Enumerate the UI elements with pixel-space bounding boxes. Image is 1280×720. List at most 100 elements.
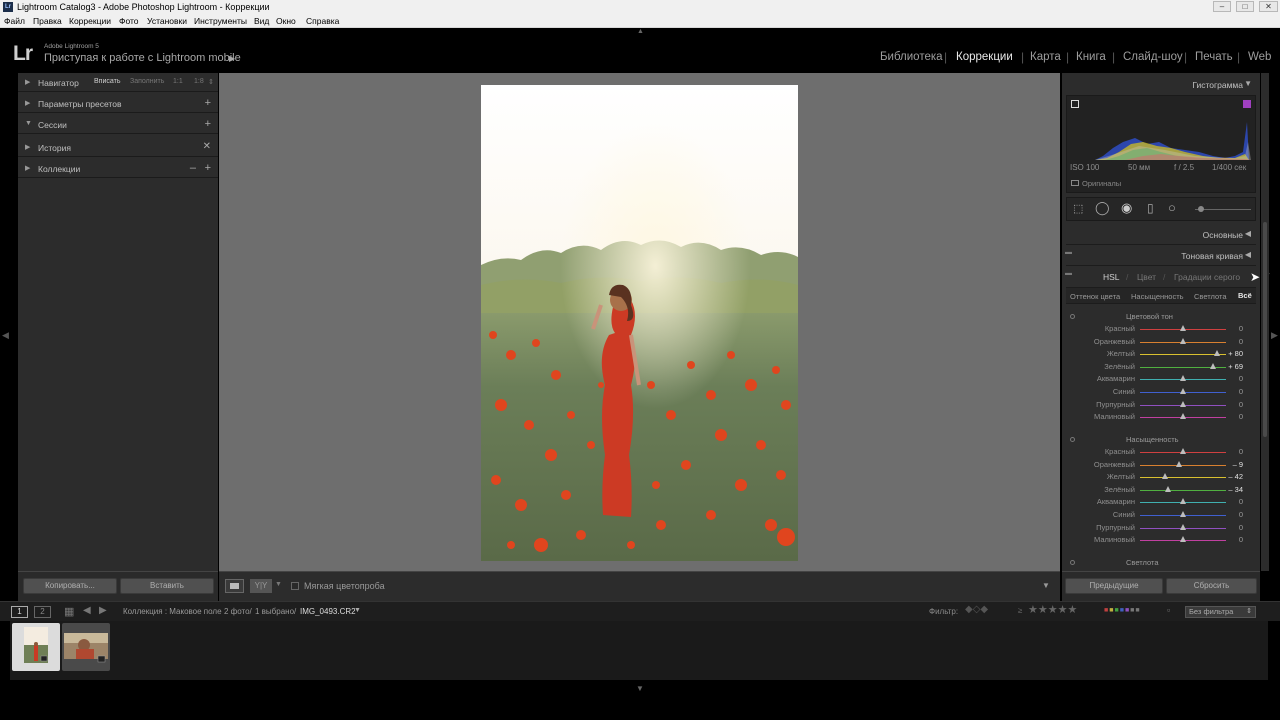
slider-value[interactable]: 0 bbox=[1219, 523, 1243, 532]
spot-removal-icon[interactable]: ◯ bbox=[1095, 200, 1110, 216]
reset-button[interactable]: Сбросить bbox=[1166, 578, 1257, 594]
play-arrow-icon[interactable]: ▶ bbox=[229, 54, 235, 63]
grid-view-icon[interactable]: ▦ bbox=[64, 605, 74, 618]
slider-value[interactable]: 0 bbox=[1219, 337, 1243, 346]
slider-value[interactable]: + 69 bbox=[1219, 362, 1243, 371]
zoom-dropdown-icon[interactable]: ⇕ bbox=[208, 78, 214, 86]
module-develop[interactable]: Коррекции bbox=[956, 51, 1013, 63]
filmstrip-thumb-2[interactable] bbox=[62, 623, 110, 671]
subtab-hue[interactable]: Оттенок цвета bbox=[1070, 292, 1120, 301]
tab-hsl[interactable]: HSL bbox=[1103, 272, 1120, 282]
slider-thumb[interactable] bbox=[1161, 473, 1168, 480]
sat-slider-1[interactable]: Оранжевый – 9 bbox=[1066, 459, 1252, 472]
filter-lock-icon[interactable]: ▫ bbox=[1167, 605, 1170, 615]
main-photo[interactable] bbox=[481, 85, 798, 561]
monitor-2-button[interactable]: 2 bbox=[34, 606, 51, 618]
remove-collection-icon[interactable]: – bbox=[190, 162, 196, 174]
hue-slider-0[interactable]: Красный 0 bbox=[1066, 323, 1252, 336]
graduated-filter-icon[interactable]: ▯ bbox=[1147, 201, 1154, 215]
color-label-filters[interactable]: ■■■■■■■ bbox=[1104, 607, 1141, 614]
rating-stars[interactable]: ★★★★★ bbox=[1028, 603, 1077, 616]
navigator-header[interactable]: ▶ Навигатор Вписать Заполнить 1:1 1:8 ⇕ bbox=[18, 73, 218, 92]
monitor-1-button[interactable]: 1 bbox=[11, 606, 28, 618]
slider-value[interactable]: 0 bbox=[1219, 447, 1243, 456]
loupe-view-button[interactable] bbox=[225, 579, 244, 593]
filter-select[interactable]: Без фильтра ⇕ bbox=[1185, 606, 1256, 618]
tab-color[interactable]: Цвет bbox=[1137, 272, 1156, 282]
module-web[interactable]: Web bbox=[1248, 51, 1271, 63]
slider-thumb[interactable] bbox=[1180, 498, 1186, 505]
slider-thumb[interactable] bbox=[1180, 400, 1186, 407]
filmstrip-thumb-1[interactable] bbox=[12, 623, 60, 671]
scrollbar-thumb[interactable] bbox=[1263, 222, 1267, 437]
clear-history-icon[interactable]: ✕ bbox=[203, 141, 211, 152]
mobile-tagline[interactable]: Приступая к работе с Lightroom mobile bbox=[44, 52, 241, 64]
slider-thumb[interactable] bbox=[1180, 511, 1186, 517]
expand-triangle-icon[interactable]: ◀ bbox=[1245, 229, 1251, 238]
zoom-1-1[interactable]: 1:1 bbox=[173, 78, 183, 85]
flag-filters-icon[interactable]: ◆◇◆ bbox=[965, 604, 988, 615]
snapshots-header[interactable]: ▼ Сессии + bbox=[18, 115, 218, 134]
slider-thumb[interactable] bbox=[1180, 448, 1186, 454]
crop-tool-icon[interactable]: ⬚ bbox=[1073, 202, 1083, 215]
slider-track[interactable] bbox=[1140, 354, 1226, 356]
panel-switch-icon[interactable]: ▬ bbox=[1065, 270, 1072, 277]
module-slideshow[interactable]: Слайд-шоу bbox=[1123, 51, 1183, 63]
hue-slider-1[interactable]: Оранжевый 0 bbox=[1066, 336, 1252, 349]
sat-slider-0[interactable]: Красный 0 bbox=[1066, 446, 1252, 459]
hue-slider-6[interactable]: Пурпурный 0 bbox=[1066, 399, 1252, 412]
menu-edit[interactable]: Правка bbox=[33, 16, 62, 26]
filename-dropdown-icon[interactable]: ▼ bbox=[354, 607, 361, 614]
forward-arrow-icon[interactable]: ▶ bbox=[99, 605, 107, 616]
original-checkbox[interactable] bbox=[1071, 180, 1079, 186]
add-preset-icon[interactable]: + bbox=[205, 97, 211, 109]
paste-button[interactable]: Вставить bbox=[120, 578, 214, 594]
minimize-button[interactable]: – bbox=[1213, 1, 1231, 12]
target-adjust-icon[interactable] bbox=[1070, 437, 1075, 442]
target-adjust-icon[interactable] bbox=[1070, 560, 1075, 565]
hue-slider-3[interactable]: Зелёный + 69 bbox=[1066, 361, 1252, 374]
slider-thumb[interactable] bbox=[1180, 523, 1186, 530]
previous-button[interactable]: Предыдущие bbox=[1065, 578, 1163, 594]
back-arrow-icon[interactable]: ◀ bbox=[83, 605, 91, 616]
slider-thumb[interactable] bbox=[1180, 536, 1186, 543]
menu-view[interactable]: Вид bbox=[254, 16, 269, 26]
brush-slider-thumb[interactable] bbox=[1198, 206, 1204, 212]
subtab-saturation[interactable]: Насыщенность bbox=[1131, 292, 1184, 301]
before-after-button[interactable]: Y|Y bbox=[250, 579, 272, 593]
collapse-right-arrow-icon[interactable]: ▶ bbox=[1271, 330, 1278, 341]
histogram[interactable]: Оригиналы bbox=[1066, 95, 1256, 193]
zoom-1-8[interactable]: 1:8 bbox=[194, 78, 204, 85]
menu-tools[interactable]: Инструменты bbox=[194, 16, 247, 26]
shadow-clipping-icon[interactable] bbox=[1071, 100, 1079, 108]
slider-value[interactable]: 0 bbox=[1219, 535, 1243, 544]
module-map[interactable]: Карта bbox=[1030, 51, 1061, 63]
maximize-button[interactable]: □ bbox=[1236, 1, 1254, 12]
subtab-all[interactable]: Всё bbox=[1238, 291, 1252, 300]
softproof-checkbox[interactable] bbox=[291, 582, 299, 590]
slider-value[interactable]: 0 bbox=[1219, 412, 1243, 421]
sat-slider-2[interactable]: Желтый – 42 bbox=[1066, 471, 1252, 484]
slider-value[interactable]: 0 bbox=[1219, 324, 1243, 333]
before-after-dropdown-icon[interactable]: ▼ bbox=[275, 581, 282, 588]
slider-thumb[interactable] bbox=[1180, 375, 1186, 382]
zoom-fill[interactable]: Заполнить bbox=[130, 78, 164, 85]
panel-switch-icon[interactable]: ▬ bbox=[1065, 249, 1072, 256]
radial-filter-icon[interactable]: ○ bbox=[1168, 200, 1176, 215]
collapse-bottom-arrow-icon[interactable]: ▼ bbox=[636, 684, 644, 693]
sat-slider-5[interactable]: Синий 0 bbox=[1066, 509, 1252, 522]
history-header[interactable]: ▶ История ✕ bbox=[18, 138, 218, 157]
menu-window[interactable]: Окно bbox=[276, 16, 296, 26]
slider-thumb[interactable] bbox=[1176, 460, 1183, 467]
slider-value[interactable]: 0 bbox=[1219, 400, 1243, 409]
sat-slider-6[interactable]: Пурпурный 0 bbox=[1066, 522, 1252, 535]
slider-value[interactable]: 0 bbox=[1219, 497, 1243, 506]
sat-slider-4[interactable]: Аквамарин 0 bbox=[1066, 496, 1252, 509]
menu-photo[interactable]: Фото bbox=[119, 16, 139, 26]
slider-thumb[interactable] bbox=[1165, 485, 1172, 492]
current-filename[interactable]: IMG_0493.CR2 bbox=[300, 607, 356, 616]
sat-slider-3[interactable]: Зелёный – 34 bbox=[1066, 484, 1252, 497]
copy-button[interactable]: Копировать... bbox=[23, 578, 117, 594]
expand-triangle-icon[interactable]: ◀ bbox=[1245, 250, 1251, 259]
add-snapshot-icon[interactable]: + bbox=[205, 118, 211, 130]
